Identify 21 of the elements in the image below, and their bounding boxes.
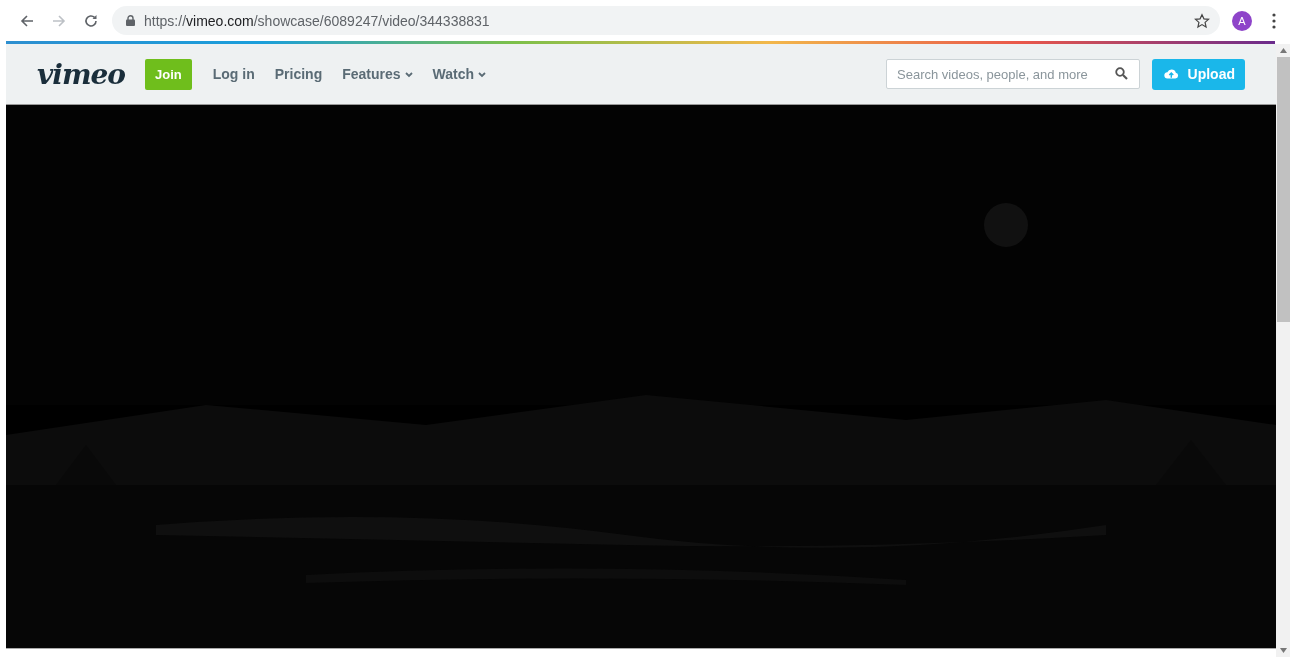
chevron-down-icon xyxy=(478,71,487,78)
search-field[interactable]: Search videos, people, and more xyxy=(886,59,1140,89)
cloud-upload-icon xyxy=(1164,68,1179,80)
search-icon[interactable] xyxy=(1115,67,1128,80)
reload-icon[interactable] xyxy=(84,13,98,28)
profile-avatar[interactable]: A xyxy=(1232,10,1252,31)
back-icon[interactable] xyxy=(20,14,34,27)
chevron-down-icon xyxy=(404,71,413,78)
scrollbar[interactable] xyxy=(1276,44,1290,657)
nav-menu[interactable]: Features xyxy=(342,66,413,82)
nav-menu[interactable]: Watch xyxy=(432,66,487,82)
url-text: https://vimeo.com/showcase/6089247/video/344338831 xyxy=(144,12,490,29)
lock-icon xyxy=(126,15,135,26)
scroll-down-icon[interactable] xyxy=(1279,648,1287,653)
nav-link[interactable]: Log in xyxy=(212,66,255,82)
vimeo-logo[interactable]: vimeo xyxy=(37,57,126,91)
nav-link[interactable]: Pricing xyxy=(274,66,323,82)
scroll-up-icon[interactable] xyxy=(1279,48,1287,53)
menu-icon[interactable] xyxy=(1272,12,1276,29)
star-icon[interactable] xyxy=(1194,12,1210,29)
address-bar[interactable]: https://vimeo.com/showcase/6089247/video/344338831 xyxy=(112,6,1220,35)
